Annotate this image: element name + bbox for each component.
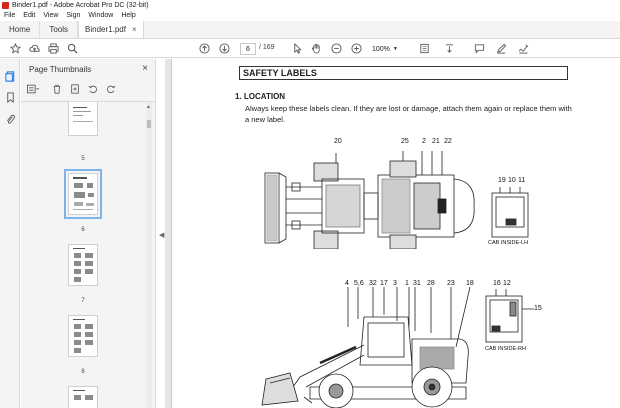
fit-page-icon[interactable] [418,42,431,55]
tab-close-icon[interactable]: × [132,25,137,34]
label-number: 2 [422,138,426,145]
side-view-machine [261,287,471,408]
thumbnail-panel: Page Thumbnails × 5 6 7 8 [21,59,156,408]
label-number: 18 [466,280,474,287]
acrobat-icon [2,1,9,9]
pen-icon[interactable] [495,42,508,55]
left-rail [0,59,20,408]
select-cursor-icon[interactable] [291,42,304,55]
sign-icon[interactable] [517,42,530,55]
page-total: / 169 [259,44,275,51]
menu-view[interactable]: View [43,12,58,19]
options-menu-icon[interactable] [27,83,39,95]
comment-icon[interactable] [473,42,486,55]
cab-lh-caption: CAB INSIDE-LH [488,240,529,246]
label-number: 19 [498,177,506,184]
thumbnail-page-6[interactable] [64,169,102,219]
label-number: 20 [334,138,342,145]
hand-icon[interactable] [310,42,323,55]
rotate-cw-icon[interactable] [105,83,117,95]
label-number: 31 [413,280,421,287]
zoom-value: 100% [372,45,390,53]
label-number: 3 [393,280,397,287]
tab-home[interactable]: Home [0,21,41,38]
page-down-icon[interactable] [218,42,231,55]
label-number: 1 [405,280,409,287]
section-title: SAFETY LABELS [239,66,568,80]
thumbnail-page-5[interactable] [68,102,98,136]
panel-splitter[interactable]: ◀ [157,59,165,408]
thumbnail-page-9[interactable] [68,386,98,408]
tab-bar: Home Tools Binder1.pdf × [0,21,620,39]
thumbnail-scrollbar[interactable]: ▲ [146,102,152,408]
scroll-mode-icon[interactable] [443,42,456,55]
thumbnail-label: 7 [81,298,85,304]
bookmark-icon[interactable] [4,91,16,103]
menu-edit[interactable]: Edit [23,12,35,19]
page-thumbnails-icon[interactable] [4,70,16,82]
chevron-down-icon: ▼ [392,46,398,52]
label-number: 4 [345,280,349,287]
label-number: 17 [380,280,388,287]
label-number: 32 [369,280,377,287]
zoom-out-icon[interactable] [330,42,343,55]
zoom-select[interactable]: 100% ▼ [372,43,404,55]
page-up-icon[interactable] [198,42,211,55]
tab-document-label: Binder1.pdf [85,25,126,34]
label-number: 22 [444,138,452,145]
page-number-input[interactable]: 6 [240,43,256,55]
top-view-machine [264,151,475,249]
scrollbar-thumb[interactable] [147,120,151,128]
thumbnail-list: 5 6 7 8 [21,102,147,408]
attachment-icon[interactable] [4,113,16,125]
menu-file[interactable]: File [4,12,15,19]
label-number: 5,6 [354,280,364,287]
label-number: 25 [401,138,409,145]
location-heading: 1. LOCATION [235,92,286,101]
rotate-ccw-icon[interactable] [87,83,99,95]
label-number: 12 [503,280,511,287]
label-number: 28 [427,280,435,287]
label-number: 23 [447,280,455,287]
thumbnail-page-8[interactable] [68,315,98,357]
upload-icon[interactable] [28,42,41,55]
delete-icon[interactable] [51,83,63,95]
cab-rh-caption: CAB INSIDE-RH [485,346,526,352]
toolbar: 6 / 169 100% ▼ [0,40,620,58]
document-area: SAFETY LABELS 1. LOCATION Always keep th… [165,59,620,408]
title-bar: Binder1.pdf - Adobe Acrobat Pro DC (32-b… [0,0,620,10]
scroll-up-icon[interactable]: ▲ [146,104,151,110]
insert-page-icon[interactable] [69,83,81,95]
thumbnail-panel-title: Page Thumbnails [29,64,92,74]
bookmark-star-icon[interactable] [9,42,22,55]
print-icon[interactable] [47,42,60,55]
location-paragraph: Always keep these labels clean. If they … [245,104,572,124]
thumbnail-label: 5 [81,156,85,162]
menu-window[interactable]: Window [88,12,113,19]
menu-help[interactable]: Help [121,12,135,19]
thumbnail-label: 6 [81,227,85,233]
thumbnail-label: 8 [81,369,85,375]
cab-lh-sketch [491,187,529,238]
zoom-in-icon[interactable] [350,42,363,55]
label-number: 21 [432,138,440,145]
menu-sign[interactable]: Sign [66,12,80,19]
thumbnail-page-7[interactable] [68,244,98,286]
thumbnail-tools [27,82,117,96]
pdf-page: SAFETY LABELS 1. LOCATION Always keep th… [171,59,620,408]
tab-document[interactable]: Binder1.pdf × [78,21,144,38]
label-number: 10 [508,177,516,184]
tab-tools[interactable]: Tools [40,21,79,38]
label-number: 16 [493,280,501,287]
label-number: 11 [518,177,526,184]
collapse-panel-icon[interactable]: ◀ [159,231,164,239]
menu-bar: File Edit View Sign Window Help [0,10,620,21]
cab-rh-sketch [485,289,534,343]
search-icon[interactable] [66,42,79,55]
thumbnail-panel-header: Page Thumbnails × [21,59,156,79]
close-panel-icon[interactable]: × [142,63,148,74]
window-title: Binder1.pdf - Adobe Acrobat Pro DC (32-b… [12,1,149,9]
